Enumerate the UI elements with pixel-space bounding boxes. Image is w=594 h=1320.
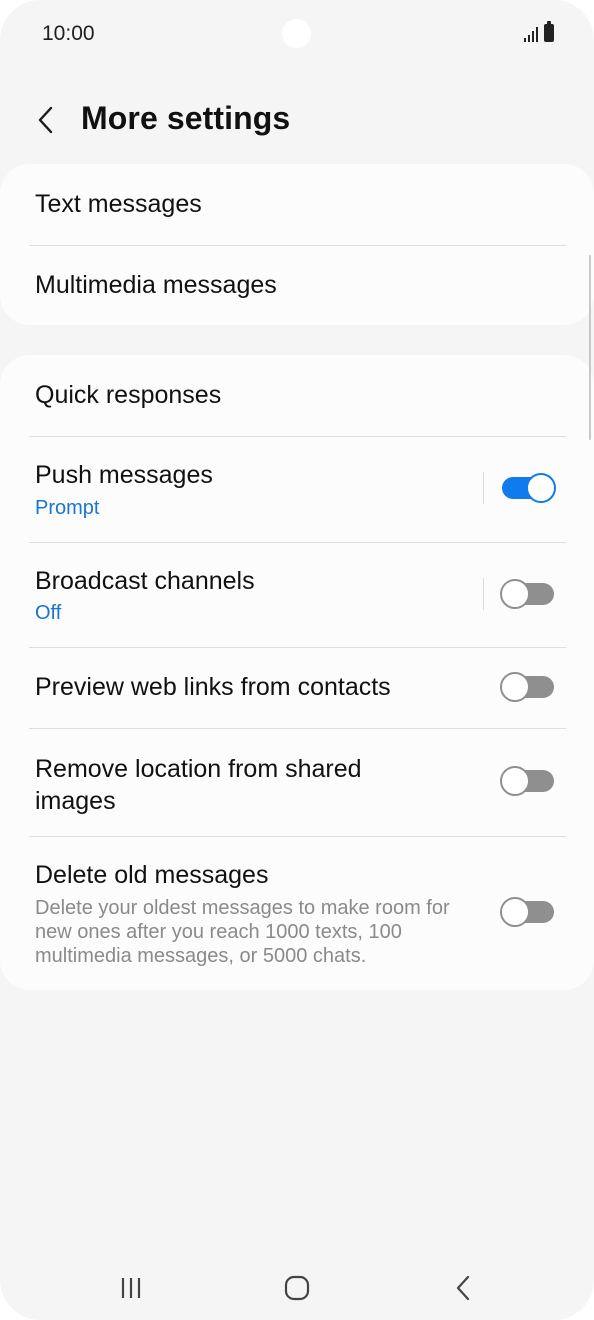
broadcast-channels-item[interactable]: Broadcast channels Off (0, 543, 594, 647)
recents-button[interactable] (101, 1268, 161, 1308)
multimedia-messages-item[interactable]: Multimedia messages (0, 246, 594, 325)
push-messages-label: Push messages (35, 461, 213, 489)
status-icons (524, 21, 554, 42)
status-time: 10:00 (42, 22, 95, 45)
push-messages-item[interactable]: Push messages Prompt (0, 437, 594, 541)
preview-web-links-item[interactable]: Preview web links from contacts (0, 648, 594, 728)
delete-old-messages-label: Delete old messages (35, 861, 269, 889)
settings-group-other: Quick responses Push messages Prompt Bro… (0, 355, 594, 990)
quick-responses-item[interactable]: Quick responses (0, 355, 594, 436)
multimedia-messages-label: Multimedia messages (35, 271, 277, 299)
text-messages-label: Text messages (35, 190, 202, 218)
app-header: More settings (0, 86, 594, 154)
page-title: More settings (81, 100, 291, 136)
broadcast-channels-status: Off (35, 602, 62, 624)
delete-old-messages-description: Delete your oldest messages to make room… (35, 897, 450, 967)
remove-location-label: Remove location from shared images (35, 753, 362, 817)
preview-web-links-label: Preview web links from contacts (35, 673, 391, 701)
push-messages-status: Prompt (35, 497, 100, 519)
battery-icon (544, 21, 554, 42)
toggle-thumb (500, 672, 530, 702)
preview-web-links-toggle[interactable] (500, 671, 556, 703)
recents-icon (121, 1278, 141, 1298)
toggle-thumb (500, 897, 530, 927)
remove-location-item[interactable]: Remove location from shared images (0, 729, 594, 836)
push-messages-toggle[interactable] (500, 472, 556, 504)
delete-old-messages-toggle[interactable] (500, 896, 556, 928)
toggle-thumb (526, 473, 556, 503)
remove-location-label-line1: Remove location from shared (35, 755, 362, 783)
home-button[interactable] (267, 1268, 327, 1308)
home-icon (284, 1275, 310, 1301)
system-back-button[interactable] (433, 1268, 493, 1308)
remove-location-label-line2: images (35, 787, 116, 815)
status-bar: 10:00 (0, 0, 594, 70)
navigation-bar (0, 1250, 594, 1320)
vertical-separator (483, 578, 484, 610)
back-icon (38, 106, 53, 134)
nav-back-icon (456, 1275, 470, 1301)
toggle-thumb (500, 766, 530, 796)
settings-group-messages: Text messages Multimedia messages (0, 164, 594, 325)
broadcast-channels-label: Broadcast channels (35, 567, 255, 595)
back-button[interactable] (24, 94, 68, 146)
broadcast-channels-toggle[interactable] (500, 578, 556, 610)
vertical-separator (483, 472, 484, 504)
text-messages-item[interactable]: Text messages (0, 164, 594, 245)
signal-icon (524, 25, 538, 42)
quick-responses-label: Quick responses (35, 381, 222, 409)
delete-old-messages-item[interactable]: Delete old messages Delete your oldest m… (0, 837, 594, 990)
remove-location-toggle[interactable] (500, 765, 556, 797)
camera-cutout (282, 19, 311, 48)
scroll-indicator[interactable] (589, 255, 591, 440)
phone-screen: 10:00 More settings Text messages Multim… (0, 0, 594, 1320)
toggle-thumb (500, 579, 530, 609)
